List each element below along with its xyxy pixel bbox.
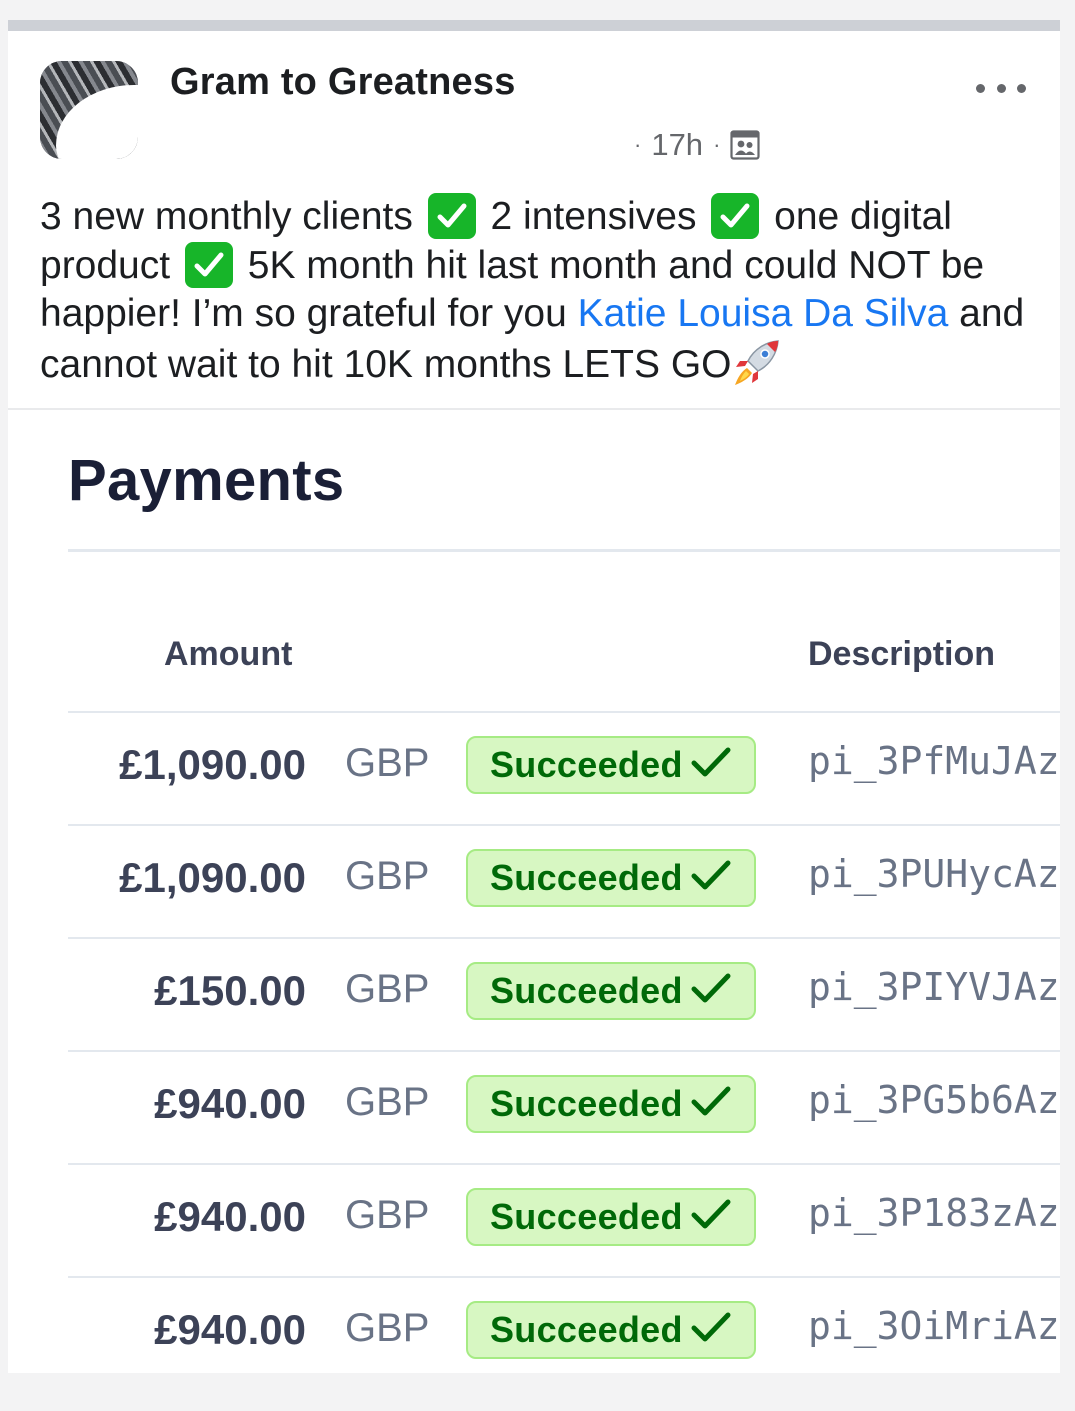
check-mark-button-emoji [184, 241, 233, 288]
payment-description: pi_3PIYVJAz [808, 965, 1060, 1009]
table-row[interactable]: £940.00 GBP Succeeded pi_3OiMriAz [8, 1276, 1060, 1373]
post-timestamp[interactable]: 17h [651, 127, 703, 163]
post-text-segment: 3 new monthly clients [40, 195, 424, 238]
status-label: Succeeded [490, 1196, 683, 1237]
status-badge: Succeeded [466, 1301, 756, 1359]
checkmark-icon [691, 746, 731, 785]
status-label: Succeeded [490, 970, 683, 1011]
post-text-segment: 2 intensives [479, 195, 708, 238]
payment-currency: GBP [345, 967, 430, 1011]
check-mark-button-emoji [427, 193, 476, 239]
payment-currency: GBP [345, 1080, 430, 1124]
payment-description: pi_3P183zAz [808, 1191, 1060, 1235]
column-header-amount[interactable]: Amount [164, 635, 292, 674]
more-options-icon[interactable] [976, 73, 1026, 103]
status-badge: Succeeded [466, 1075, 756, 1133]
meta-separator: · [634, 132, 642, 157]
status-label: Succeeded [490, 744, 683, 785]
payment-currency: GBP [345, 854, 430, 898]
status-label: Succeeded [490, 1083, 683, 1124]
status-label: Succeeded [490, 1309, 683, 1350]
payment-amount: £940.00 [154, 1080, 306, 1127]
post-meta: · 17h · [634, 125, 760, 165]
post-image-divider [8, 408, 1060, 410]
status-badge: Succeeded [466, 849, 756, 907]
column-header-description[interactable]: Description [808, 635, 995, 674]
payment-amount: £940.00 [154, 1193, 306, 1240]
status-label: Succeeded [490, 857, 683, 898]
payments-title: Payments [68, 448, 345, 513]
status-badge: Succeeded [466, 736, 756, 794]
payment-amount: £150.00 [154, 967, 306, 1014]
checkmark-icon [691, 1085, 731, 1124]
checkmark-icon [691, 859, 731, 898]
table-row[interactable]: £940.00 GBP Succeeded pi_3PG5b6Az [8, 1050, 1060, 1162]
payment-description: pi_3OiMriAz [808, 1304, 1060, 1348]
payment-amount: £940.00 [154, 1306, 306, 1353]
title-divider [68, 549, 1060, 552]
right-margin [1060, 20, 1075, 1411]
rocket-emoji [734, 339, 779, 385]
meta-separator: · [713, 132, 721, 157]
post-body: 3 new monthly clients 2 intensives one d… [40, 193, 1040, 389]
payment-currency: GBP [345, 1193, 430, 1237]
top-divider [8, 20, 1060, 31]
payment-currency: GBP [345, 1306, 430, 1350]
page-name-link[interactable]: Gram to Greatness [170, 61, 516, 104]
payment-amount: £1,090.00 [119, 854, 306, 901]
checkmark-icon [691, 1311, 731, 1350]
check-mark-button-emoji [711, 193, 760, 239]
status-badge: Succeeded [466, 1188, 756, 1246]
table-row[interactable]: £1,090.00 GBP Succeeded pi_3PUHycAz [8, 824, 1060, 936]
checkmark-icon [691, 972, 731, 1011]
checkmark-icon [691, 1198, 731, 1237]
group-audience-icon[interactable] [730, 130, 760, 160]
mention-link[interactable]: Katie Louisa Da Silva [578, 292, 949, 335]
table-row[interactable]: £940.00 GBP Succeeded pi_3P183zAz [8, 1163, 1060, 1275]
payment-currency: GBP [345, 741, 430, 785]
page-avatar[interactable] [40, 61, 138, 159]
payment-description: pi_3PfMuJAz [808, 739, 1060, 783]
payment-amount: £1,090.00 [119, 741, 306, 788]
status-badge: Succeeded [466, 962, 756, 1020]
table-row[interactable]: £150.00 GBP Succeeded pi_3PIYVJAz [8, 937, 1060, 1049]
payment-description: pi_3PG5b6Az [808, 1078, 1060, 1122]
payment-description: pi_3PUHycAz [808, 852, 1060, 896]
table-row[interactable]: £1,090.00 GBP Succeeded pi_3PfMuJAz [8, 711, 1060, 823]
facebook-post: Gram to Greatness · 17h · 3 new monthly … [8, 31, 1060, 1373]
